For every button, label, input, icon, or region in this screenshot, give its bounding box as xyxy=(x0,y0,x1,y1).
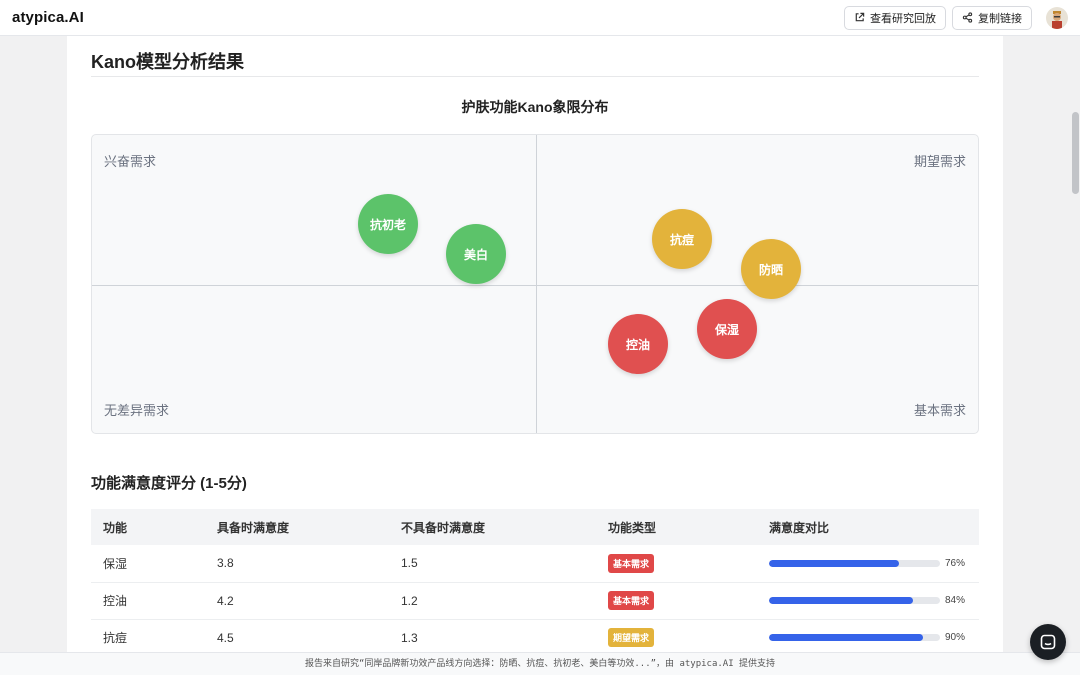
scrollbar-thumb[interactable] xyxy=(1072,112,1079,194)
vertical-axis xyxy=(536,135,537,433)
quadrant-label-indifferent: 无差异需求 xyxy=(104,403,170,418)
bubble-oil-control[interactable]: 控油 xyxy=(608,314,668,374)
footer-attribution: 报告来自研究“同岸品牌新功效产品线方向选择：防晒、抗痘、抗初老、美白等功效...… xyxy=(0,652,1080,675)
header-feature: 功能 xyxy=(91,509,205,545)
title-divider xyxy=(91,76,979,77)
cell-feature: 保湿 xyxy=(91,545,205,583)
user-avatar-icon xyxy=(1052,10,1062,29)
type-badge: 基本需求 xyxy=(608,591,655,610)
progress-track xyxy=(769,597,940,604)
cell-type: 基本需求 xyxy=(596,545,757,583)
progress-track xyxy=(769,559,940,567)
top-bar: atypica.AI 查看研究回放 复制链接 xyxy=(0,0,1080,36)
bubble-anti-aging[interactable]: 抗初老 xyxy=(358,194,418,254)
header-with-satisfaction: 具备时满意度 xyxy=(205,509,389,545)
copy-link-label: 复制链接 xyxy=(978,12,1022,25)
report-card: Kano模型分析结果 护肤功能Kano象限分布 兴奋需求 期望需求 无差异需求 … xyxy=(67,36,1003,652)
quadrant-label-performance: 期望需求 xyxy=(913,154,966,169)
table-header-row: 功能 具备时满意度 不具备时满意度 功能类型 满意度对比 xyxy=(91,509,979,545)
header-without-satisfaction: 不具备时满意度 xyxy=(389,509,596,545)
quadrant-label-basic: 基本需求 xyxy=(913,403,966,418)
progress-fill xyxy=(769,559,899,567)
quadrant-label-excitement: 兴奋需求 xyxy=(104,154,157,169)
satisfaction-table: 功能 具备时满意度 不具备时满意度 功能类型 满意度对比 保湿 3.8 1.5 … xyxy=(91,509,979,652)
header-type: 功能类型 xyxy=(596,509,757,545)
progress-percent: 84% xyxy=(945,595,966,606)
table-row: 保湿 3.8 1.5 基本需求 76% xyxy=(91,545,979,583)
type-badge: 期望需求 xyxy=(608,628,655,647)
cell-feature: 抗痘 xyxy=(91,619,205,652)
cell-feature: 控油 xyxy=(91,582,205,620)
table-row: 抗痘 4.5 1.3 期望需求 90% xyxy=(91,619,979,652)
progress-fill xyxy=(769,597,913,604)
header-actions: 查看研究回放 复制链接 xyxy=(844,5,1068,30)
cell-with: 3.8 xyxy=(205,545,389,583)
share-icon xyxy=(962,12,973,23)
cell-type: 基本需求 xyxy=(596,582,757,620)
bubble-anti-acne[interactable]: 抗痘 xyxy=(652,209,712,269)
view-replay-label: 查看研究回放 xyxy=(870,12,936,25)
table-title: 功能满意度评分 (1-5分) xyxy=(91,475,247,492)
header-comparison: 满意度对比 xyxy=(757,509,979,545)
progress-fill xyxy=(769,634,923,641)
cell-without: 1.2 xyxy=(389,582,596,620)
horizontal-axis xyxy=(92,285,978,286)
chat-icon xyxy=(1040,634,1056,650)
app-logo[interactable]: atypica.AI xyxy=(12,9,84,26)
kano-quadrant-chart: 兴奋需求 期望需求 无差异需求 基本需求 抗初老 美白 抗痘 防晒 保湿 控油 xyxy=(91,134,979,434)
external-link-icon xyxy=(855,12,865,22)
chart-title: 护肤功能Kano象限分布 xyxy=(461,99,609,115)
bubble-sunscreen[interactable]: 防晒 xyxy=(741,239,801,299)
chat-button[interactable] xyxy=(1030,624,1066,660)
cell-type: 期望需求 xyxy=(596,619,757,652)
progress-percent: 76% xyxy=(945,557,966,569)
progress-track xyxy=(769,634,940,641)
cell-comparison: 84% xyxy=(757,582,979,620)
bubble-moisturizing[interactable]: 保湿 xyxy=(697,299,757,359)
cell-comparison: 76% xyxy=(757,545,979,583)
cell-without: 1.3 xyxy=(389,619,596,652)
cell-without: 1.5 xyxy=(389,545,596,583)
view-replay-button[interactable]: 查看研究回放 xyxy=(844,5,946,30)
cell-with: 4.2 xyxy=(205,582,389,620)
avatar[interactable] xyxy=(1046,6,1068,29)
copy-link-button[interactable]: 复制链接 xyxy=(952,5,1032,30)
cell-comparison: 90% xyxy=(757,619,979,652)
cell-with: 4.5 xyxy=(205,619,389,652)
table-row: 控油 4.2 1.2 基本需求 84% xyxy=(91,582,979,620)
bubble-whitening[interactable]: 美白 xyxy=(446,224,506,284)
progress-percent: 90% xyxy=(945,632,966,643)
type-badge: 基本需求 xyxy=(608,553,655,573)
section-title: Kano模型分析结果 xyxy=(91,52,244,72)
